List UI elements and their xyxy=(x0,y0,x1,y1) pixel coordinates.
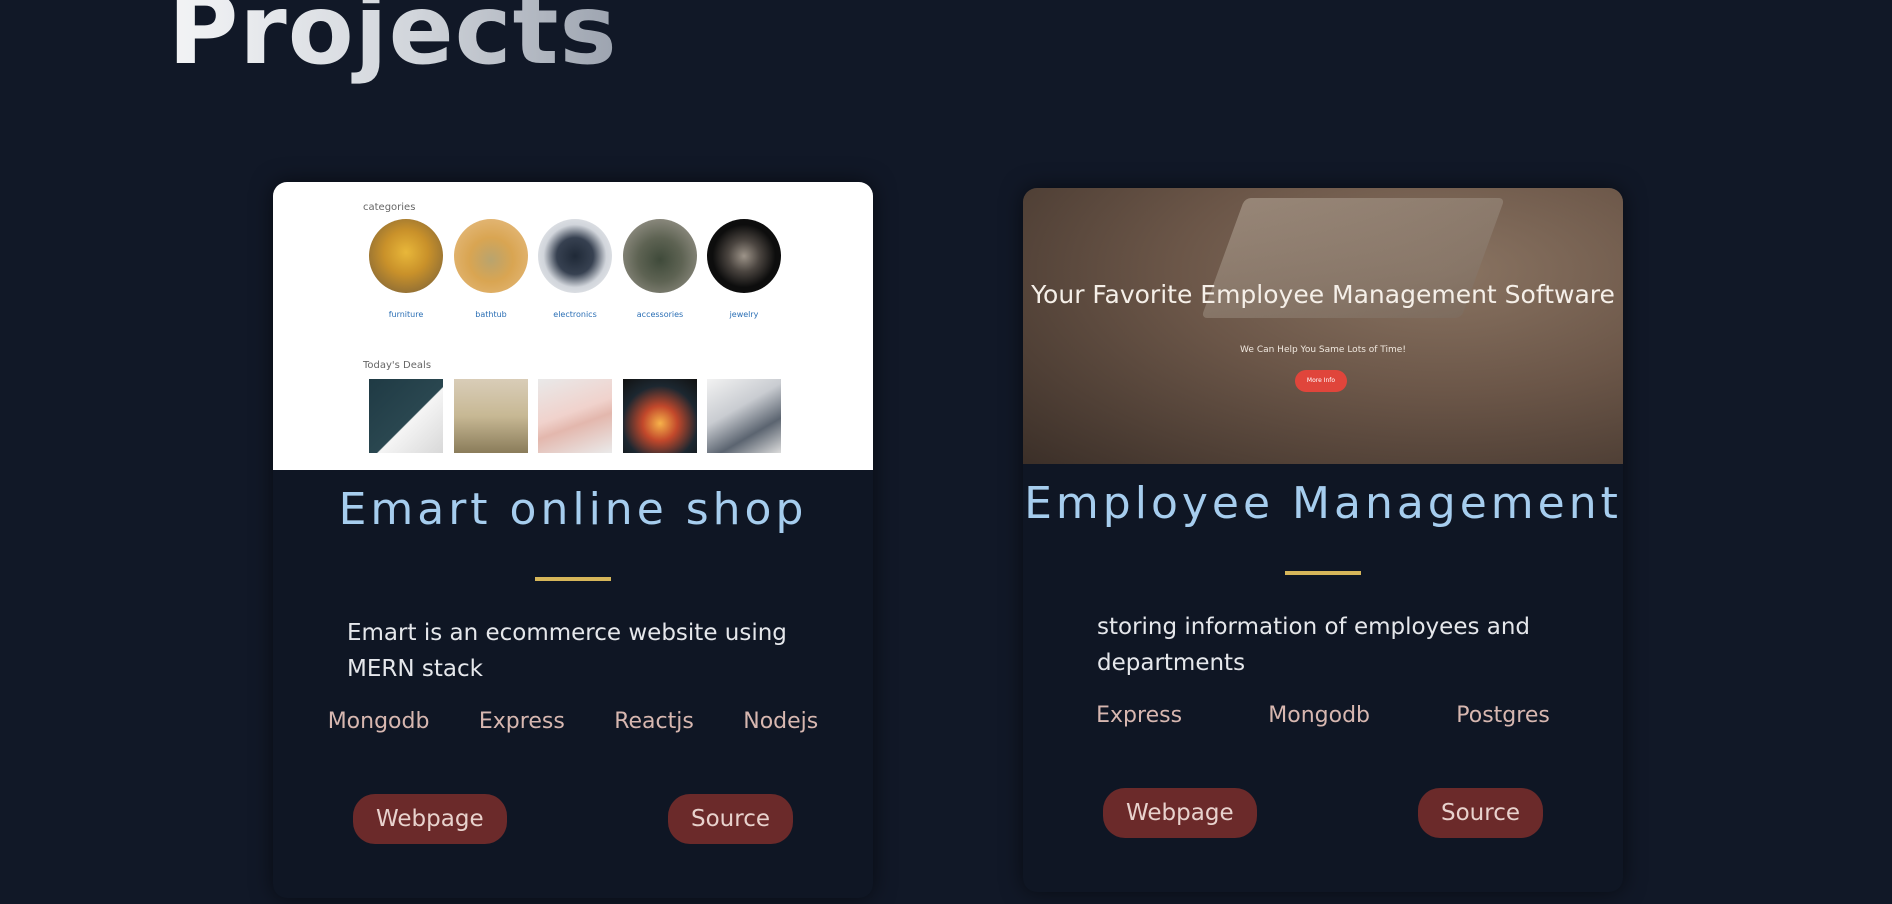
tech-tag: Express xyxy=(1096,703,1183,728)
section-title: Projects xyxy=(168,0,618,86)
tech-tag: Mongodb xyxy=(1268,703,1371,728)
tech-tags: Express Mongodb Postgres xyxy=(1053,703,1593,728)
deal-plants-image xyxy=(454,379,528,453)
tech-tag: Express xyxy=(478,709,565,734)
tech-tag: Nodejs xyxy=(743,709,819,734)
tech-tags: Mongodb Express Reactjs Nodejs xyxy=(303,709,843,734)
deal-lamp-image xyxy=(369,379,443,453)
tech-tag: Mongodb xyxy=(327,709,430,734)
source-button[interactable]: Source xyxy=(668,794,793,844)
tech-tag: Postgres xyxy=(1456,703,1550,728)
category-electronics-image xyxy=(538,219,612,293)
deals-heading: Today's Deals xyxy=(363,360,432,371)
category-label: jewelry xyxy=(729,310,759,319)
hero-title: Your Favorite Employee Management Softwa… xyxy=(1031,280,1615,309)
project-description: storing information of employees and dep… xyxy=(1097,614,1531,676)
deal-candle-image xyxy=(623,379,697,453)
source-button[interactable]: Source xyxy=(1418,788,1543,838)
hero-subtitle: We Can Help You Same Lots of Time! xyxy=(1240,345,1406,355)
tech-tag: Reactjs xyxy=(614,709,694,734)
title-divider xyxy=(535,577,611,581)
project-card-employee-management: Your Favorite Employee Management Softwa… xyxy=(1023,188,1623,892)
project-title: Employee Management xyxy=(1024,478,1622,529)
project-thumbnail: categories furniture bathtub electronics… xyxy=(273,182,873,470)
project-title: Emart online shop xyxy=(338,484,808,535)
project-description: Emart is an ecommerce website using MERN… xyxy=(347,620,787,682)
deal-purse-image xyxy=(538,379,612,453)
hero-more-info-button: More Info xyxy=(1295,370,1347,392)
category-bathtub-image xyxy=(454,219,528,293)
deal-laptop-image xyxy=(707,379,781,453)
webpage-button[interactable]: Webpage xyxy=(1103,788,1257,838)
category-furniture-image xyxy=(369,219,443,293)
category-accessories-image xyxy=(623,219,697,293)
project-card-emart: categories furniture bathtub electronics… xyxy=(273,182,873,898)
category-label: accessories xyxy=(636,310,684,319)
project-actions: Webpage Source xyxy=(353,794,793,844)
category-label: furniture xyxy=(388,310,424,319)
category-label: electronics xyxy=(553,310,597,319)
project-thumbnail: Your Favorite Employee Management Softwa… xyxy=(1023,188,1623,464)
title-divider xyxy=(1285,571,1361,575)
categories-heading: categories xyxy=(363,202,416,213)
category-label: bathtub xyxy=(475,310,507,319)
category-jewelry-image xyxy=(707,219,781,293)
webpage-button[interactable]: Webpage xyxy=(353,794,507,844)
project-actions: Webpage Source xyxy=(1103,788,1543,838)
